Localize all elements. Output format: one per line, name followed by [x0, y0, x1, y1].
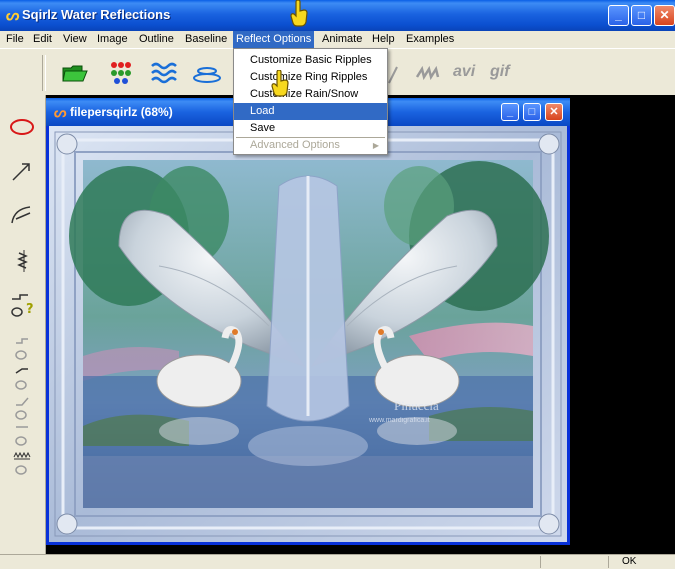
- menu-item-label: Load: [250, 105, 275, 117]
- curve-tool-icon[interactable]: [8, 201, 36, 229]
- baseline-circle-icon[interactable]: [8, 421, 36, 449]
- baseline-wave-icon[interactable]: [8, 449, 36, 477]
- close-button[interactable]: ✕: [654, 5, 675, 26]
- menu-item-label: Customize Rain/Snow: [250, 88, 359, 100]
- doc-maximize-button[interactable]: □: [523, 103, 541, 121]
- menu-item-label: Advanced Options: [250, 139, 340, 151]
- menu-item-customize-rain-snow[interactable]: Customize Rain/Snow: [234, 86, 387, 103]
- menu-item-label: Customize Basic Ripples: [250, 54, 372, 66]
- status-text: OK: [622, 556, 637, 567]
- menu-help[interactable]: Help: [369, 31, 398, 48]
- gif-button[interactable]: gif: [490, 63, 510, 81]
- menu-item-customize-ring-ripples[interactable]: Customize Ring Ripples: [234, 69, 387, 86]
- baseline-help-icon[interactable]: ?: [8, 291, 36, 319]
- hand-cursor-icon: [271, 70, 289, 97]
- basic-ripples-icon[interactable]: [150, 59, 180, 87]
- open-folder-icon[interactable]: [60, 59, 90, 87]
- status-divider: [540, 556, 541, 568]
- baseline-angle-icon[interactable]: [8, 393, 36, 421]
- menu-file[interactable]: File: [3, 31, 27, 48]
- baseline-drop-icon[interactable]: [8, 363, 36, 391]
- arrow-tool-icon[interactable]: [8, 157, 36, 185]
- reflect-options-menu: Customize Basic Ripples Customize Ring R…: [233, 48, 388, 155]
- menu-item-customize-basic-ripples[interactable]: Customize Basic Ripples: [234, 52, 387, 69]
- menu-bar: File Edit View Image Outline Baseline Re…: [0, 31, 675, 48]
- left-toolbar: ?: [0, 95, 46, 555]
- menu-outline[interactable]: Outline: [136, 31, 177, 48]
- menu-reflect-options[interactable]: Reflect Options: [233, 31, 315, 48]
- hand-cursor-icon: [290, 0, 308, 27]
- image-canvas[interactable]: Pinuccia www.mardigrafica.it: [49, 126, 567, 542]
- menu-item-advanced-options[interactable]: Advanced Options ▶: [234, 137, 387, 154]
- app-logo-icon: ᔕ: [6, 7, 20, 24]
- toolbar-separator: [42, 55, 46, 91]
- menu-item-load[interactable]: Load: [234, 103, 387, 120]
- app-title: Sqirlz Water Reflections: [22, 7, 171, 22]
- document-logo-icon: ᔕ: [54, 104, 67, 120]
- menu-animate[interactable]: Animate: [319, 31, 365, 48]
- menu-baseline[interactable]: Baseline: [182, 31, 230, 48]
- menu-examples[interactable]: Examples: [403, 31, 457, 48]
- ellipse-tool-icon[interactable]: [8, 113, 36, 141]
- watermark-name: Pinuccia: [394, 398, 439, 413]
- submenu-arrow-icon: ▶: [372, 141, 379, 150]
- menu-edit[interactable]: Edit: [30, 31, 55, 48]
- minimize-button[interactable]: _: [608, 5, 629, 26]
- baseline-step-icon[interactable]: [8, 333, 36, 361]
- menu-view[interactable]: View: [60, 31, 90, 48]
- wave-disabled-icon[interactable]: [414, 59, 444, 87]
- avi-button[interactable]: avi: [453, 63, 475, 81]
- doc-close-button[interactable]: ✕: [545, 103, 563, 121]
- menu-item-label: Save: [250, 122, 276, 134]
- ring-ripples-icon[interactable]: [192, 59, 222, 87]
- color-dots-icon[interactable]: [106, 59, 136, 87]
- menu-item-save[interactable]: Save: [234, 120, 387, 137]
- maximize-button[interactable]: □: [631, 5, 652, 26]
- svg-text:?: ?: [26, 302, 34, 317]
- document-title: filepersqirlz (68%): [70, 105, 173, 119]
- menu-image[interactable]: Image: [94, 31, 131, 48]
- zigzag-tool-icon[interactable]: [8, 247, 36, 275]
- status-bar: OK: [0, 554, 675, 569]
- watermark-url: www.mardigrafica.it: [368, 417, 430, 424]
- status-divider: [608, 556, 609, 568]
- doc-minimize-button[interactable]: _: [501, 103, 519, 121]
- menu-item-label: Customize Ring Ripples: [250, 71, 368, 83]
- app-titlebar[interactable]: ᔕ Sqirlz Water Reflections _ □ ✕: [0, 0, 675, 31]
